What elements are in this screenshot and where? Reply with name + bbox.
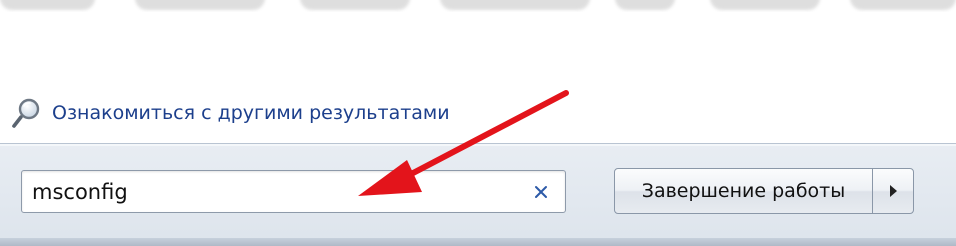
clear-search-button[interactable] [531, 182, 551, 202]
shutdown-button-group: Завершение работы [614, 168, 914, 214]
magnifier-icon [12, 98, 40, 128]
shutdown-options-button[interactable] [873, 169, 913, 213]
search-box [21, 170, 566, 213]
search-input[interactable] [32, 177, 512, 207]
search-results-pane: Ознакомиться с другими результатами [0, 0, 956, 143]
start-menu-bottom-bar: Завершение работы [0, 143, 956, 246]
blurred-results-strip [0, 0, 956, 12]
clear-x-icon [535, 186, 547, 198]
triangle-right-icon [890, 185, 897, 197]
see-more-results-label: Ознакомиться с другими результатами [52, 102, 450, 124]
shutdown-button[interactable]: Завершение работы [615, 169, 872, 213]
see-more-results-link[interactable]: Ознакомиться с другими результатами [12, 97, 450, 129]
